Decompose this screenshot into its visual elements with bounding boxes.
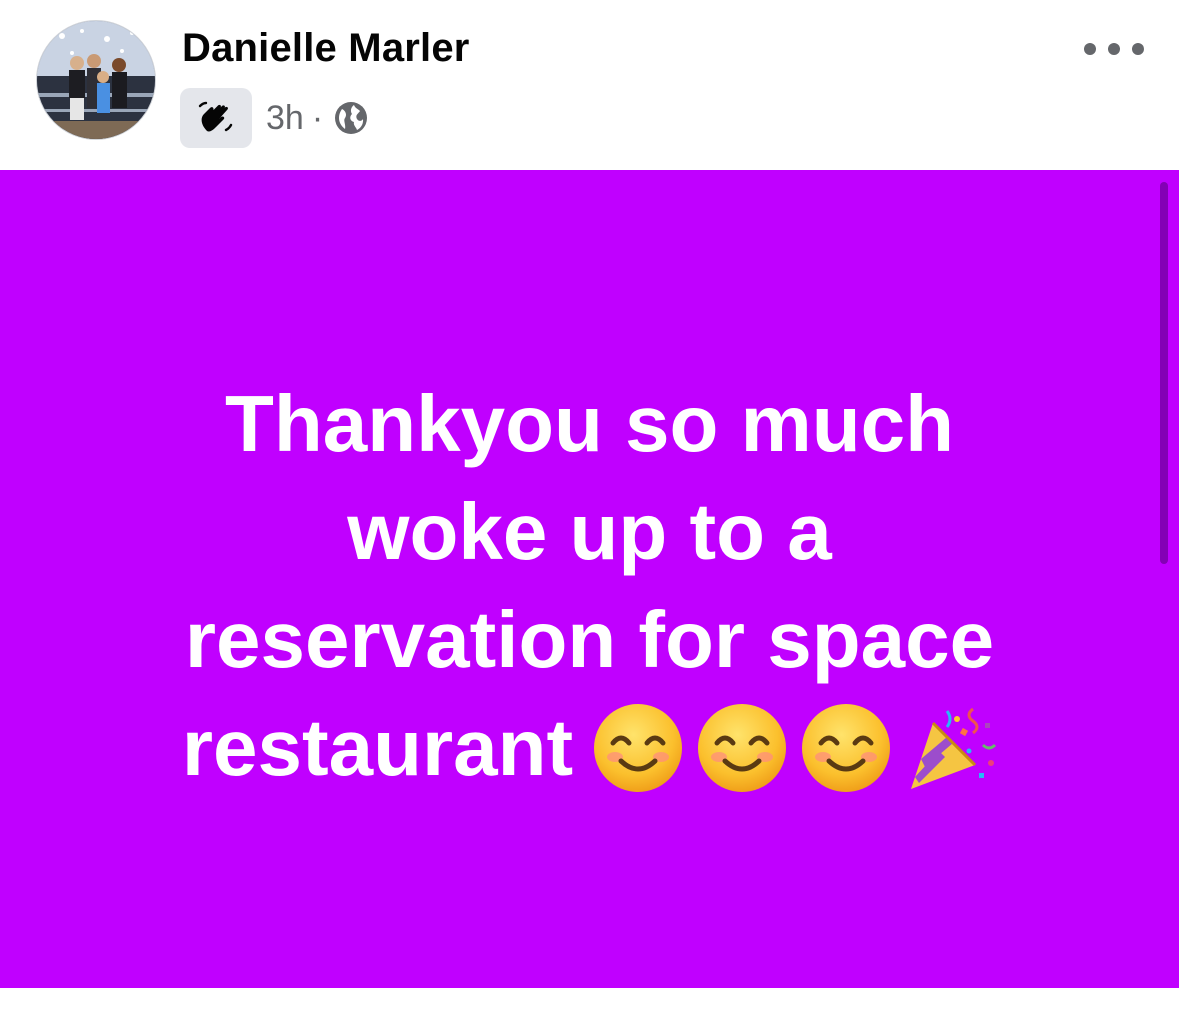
status-text: Thankyou so much woke up to a reservatio… <box>60 370 1119 802</box>
smiling-face-emoji <box>594 703 683 792</box>
more-options-button[interactable] <box>1084 34 1144 64</box>
more-dot-icon <box>1084 43 1096 55</box>
party-popper-emoji <box>911 707 997 789</box>
post-footer-gap <box>0 988 1179 1009</box>
meta-separator: · <box>311 98 324 137</box>
smiling-face-emoji <box>802 703 891 792</box>
avatar-photo <box>37 21 155 139</box>
emoji-row <box>591 701 997 795</box>
post-header: Danielle Marler 3h · <box>0 0 1179 170</box>
status-background-card: Thankyou so much woke up to a reservatio… <box>0 170 1179 988</box>
status-line: restaurant <box>181 703 574 792</box>
author-avatar[interactable] <box>36 20 156 140</box>
status-line: reservation for space <box>184 595 995 684</box>
post-meta: 3h · <box>180 88 369 148</box>
scrollbar[interactable] <box>1160 182 1168 564</box>
status-line: Thankyou so much <box>225 379 954 468</box>
status-line-last: restaurant <box>60 694 1119 802</box>
more-dot-icon <box>1132 43 1144 55</box>
status-line: woke up to a <box>347 487 832 576</box>
author-name[interactable]: Danielle Marler <box>182 26 470 71</box>
smiling-face-emoji <box>698 703 787 792</box>
globe-icon[interactable] <box>333 100 369 136</box>
waving-hand-icon[interactable] <box>180 88 252 148</box>
post-timestamp[interactable]: 3h <box>266 99 304 138</box>
more-dot-icon <box>1108 43 1120 55</box>
